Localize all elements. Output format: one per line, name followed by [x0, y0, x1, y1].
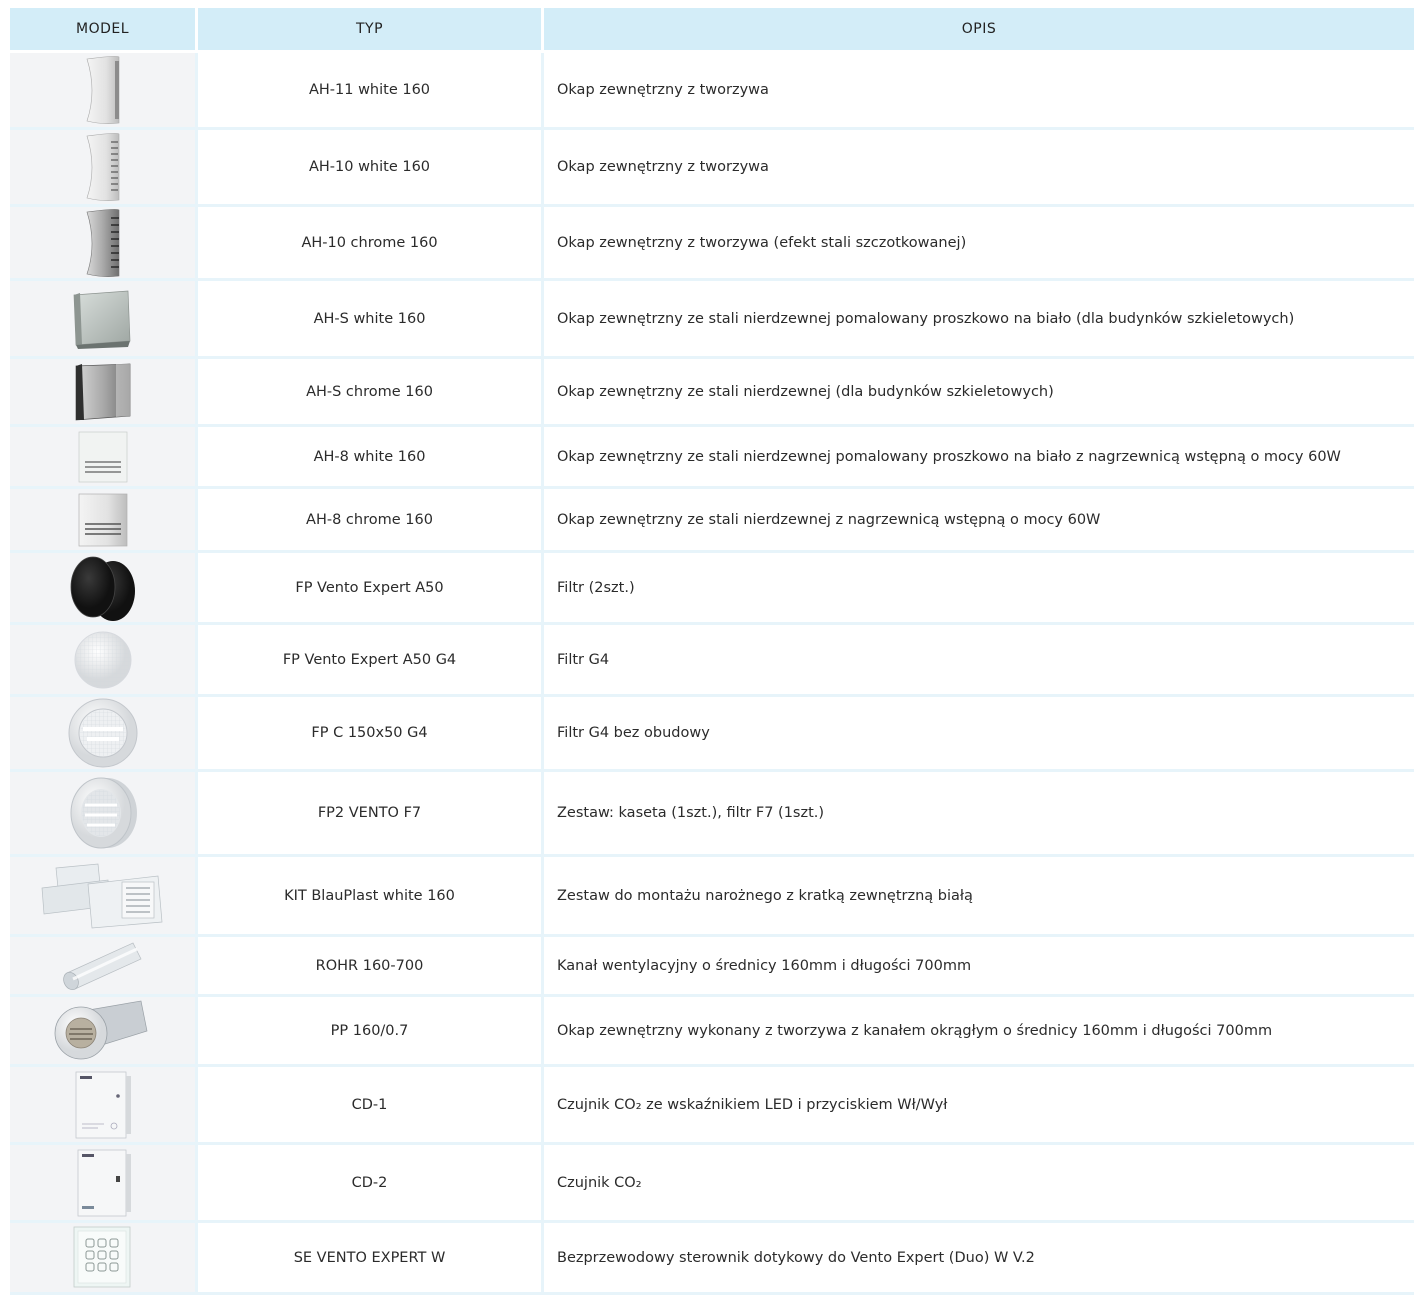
typ-cell: CD-2	[198, 1145, 544, 1220]
typ-cell: AH-10 chrome 160	[198, 207, 544, 278]
touch-controller-icon	[68, 1225, 138, 1291]
table-row: KIT BlauPlast white 160 Zestaw do montażu…	[10, 857, 1414, 937]
opis-cell: Okap zewnętrzny ze stali nierdzewnej z n…	[557, 511, 1101, 528]
model-cell	[10, 772, 198, 854]
table-row: AH-8 chrome 160 Okap zewnętrzny ze stali …	[10, 489, 1414, 553]
model-cell	[10, 427, 198, 486]
typ-cell: AH-S chrome 160	[198, 359, 544, 424]
chrome-heated-hood-icon	[73, 490, 133, 550]
typ-cell: PP 160/0.7	[198, 997, 544, 1064]
typ-cell: AH-8 chrome 160	[198, 489, 544, 550]
duct-kit-icon	[38, 858, 168, 934]
opis-cell: Okap zewnętrzny z tworzywa	[557, 159, 769, 175]
typ-cell: SE VENTO EXPERT W	[198, 1223, 544, 1292]
opis-cell: Filtr G4	[557, 651, 610, 668]
table-row: AH-S chrome 160 Okap zewnętrzny ze stali …	[10, 359, 1414, 427]
model-cell	[10, 997, 198, 1064]
table-row: AH-10 white 160 Okap zewnętrzny z tworzyw…	[10, 130, 1414, 207]
co2-sensor-icon	[68, 1146, 138, 1220]
opis-cell: Czujnik CO₂ ze wskaźnikiem LED i przycis…	[557, 1096, 948, 1113]
header-typ: TYP	[198, 8, 544, 50]
header-opis: OPIS	[961, 21, 997, 37]
table-row: FP2 VENTO F7 Zestaw: kaseta (1szt.), filt…	[10, 772, 1414, 857]
hood-with-pipe-icon	[53, 997, 153, 1065]
model-cell	[10, 697, 198, 769]
model-cell	[10, 1145, 198, 1220]
model-cell	[10, 281, 198, 356]
table-row: CD-1 Czujnik CO₂ ze wskaźnikiem LED i prz…	[10, 1067, 1414, 1145]
chrome-plastic-hood-icon	[73, 206, 133, 280]
table-row: PP 160/0.7 Okap zewnętrzny wykonany z two…	[10, 997, 1414, 1067]
table-body: AH-11 white 160 Okap zewnętrzny z tworzyw…	[10, 53, 1414, 1295]
table-row: FP Vento Expert A50 G4 Filtr G4	[10, 625, 1414, 697]
typ-cell: AH-8 white 160	[198, 427, 544, 486]
typ-cell: CD-1	[198, 1067, 544, 1142]
model-cell	[10, 53, 198, 127]
opis-cell: Zestaw do montażu narożnego z kratką zew…	[557, 887, 973, 904]
model-cell	[10, 625, 198, 694]
filter-cassette-f7-icon	[63, 775, 143, 851]
opis-cell: Filtr G4 bez obudowy	[557, 725, 710, 741]
typ-cell: AH-S white 160	[198, 281, 544, 356]
table-row: AH-8 white 160 Okap zewnętrzny ze stali n…	[10, 427, 1414, 489]
model-cell	[10, 1067, 198, 1142]
filter-cassette-icon	[63, 696, 143, 770]
model-cell	[10, 207, 198, 278]
model-cell	[10, 359, 198, 424]
model-cell	[10, 857, 198, 934]
table-row: FP C 150x50 G4 Filtr G4 bez obudowy	[10, 697, 1414, 772]
opis-cell: Zestaw: kaseta (1szt.), filtr F7 (1szt.)	[557, 805, 825, 821]
table-row: ROHR 160-700 Kanał wentylacyjny o średnic…	[10, 937, 1414, 997]
opis-cell: Okap zewnętrzny ze stali nierdzewnej pom…	[557, 310, 1295, 327]
opis-cell: Okap zewnętrzny wykonany z tworzywa z ka…	[557, 1022, 1273, 1039]
table-row: SE VENTO EXPERT W Bezprzewodowy sterownik…	[10, 1223, 1414, 1295]
accessories-table: MODEL TYP OPIS AH-11 white 160 Okap zewnę…	[10, 8, 1414, 1295]
opis-cell: Okap zewnętrzny z tworzywa	[557, 82, 769, 98]
typ-cell: AH-10 white 160	[198, 130, 544, 204]
typ-cell: KIT BlauPlast white 160	[198, 857, 544, 934]
typ-cell: FP Vento Expert A50 G4	[198, 625, 544, 694]
typ-cell: FP2 VENTO F7	[198, 772, 544, 854]
typ-cell: AH-11 white 160	[198, 53, 544, 127]
black-filter-pads-icon	[63, 553, 143, 623]
typ-cell: ROHR 160-700	[198, 937, 544, 994]
white-plastic-hood-icon	[73, 53, 133, 127]
table-row: AH-11 white 160 Okap zewnętrzny z tworzyw…	[10, 53, 1414, 130]
white-plastic-hood-grille-icon	[73, 130, 133, 204]
white-round-filter-icon	[68, 625, 138, 695]
model-cell	[10, 489, 198, 550]
typ-cell: FP Vento Expert A50	[198, 553, 544, 622]
opis-cell: Bezprzewodowy sterownik dotykowy do Vent…	[557, 1249, 1035, 1266]
white-steel-box-hood-icon	[68, 287, 138, 351]
model-cell	[10, 130, 198, 204]
table-row: AH-10 chrome 160 Okap zewnętrzny z tworzy…	[10, 207, 1414, 281]
opis-cell: Filtr (2szt.)	[557, 579, 635, 596]
duct-pipe-icon	[53, 937, 153, 995]
table-row: CD-2 Czujnik CO₂	[10, 1145, 1414, 1223]
table-row: AH-S white 160 Okap zewnętrzny ze stali n…	[10, 281, 1414, 359]
opis-cell: Kanał wentylacyjny o średnicy 160mm i dł…	[557, 957, 972, 974]
model-cell	[10, 553, 198, 622]
table-row: FP Vento Expert A50 Filtr (2szt.)	[10, 553, 1414, 625]
co2-sensor-led-icon	[68, 1068, 138, 1142]
opis-cell: Okap zewnętrzny ze stali nierdzewnej (dl…	[557, 383, 1054, 400]
opis-cell: Okap zewnętrzny ze stali nierdzewnej pom…	[557, 448, 1341, 465]
opis-cell: Czujnik CO₂	[557, 1174, 642, 1191]
typ-cell: FP C 150x50 G4	[198, 697, 544, 769]
chrome-steel-box-hood-icon	[68, 360, 138, 424]
white-heated-hood-icon	[73, 428, 133, 486]
model-cell	[10, 937, 198, 994]
model-cell	[10, 1223, 198, 1292]
header-model: MODEL	[10, 8, 198, 50]
table-header: MODEL TYP OPIS	[10, 8, 1414, 53]
opis-cell: Okap zewnętrzny z tworzywa (efekt stali …	[557, 234, 967, 251]
